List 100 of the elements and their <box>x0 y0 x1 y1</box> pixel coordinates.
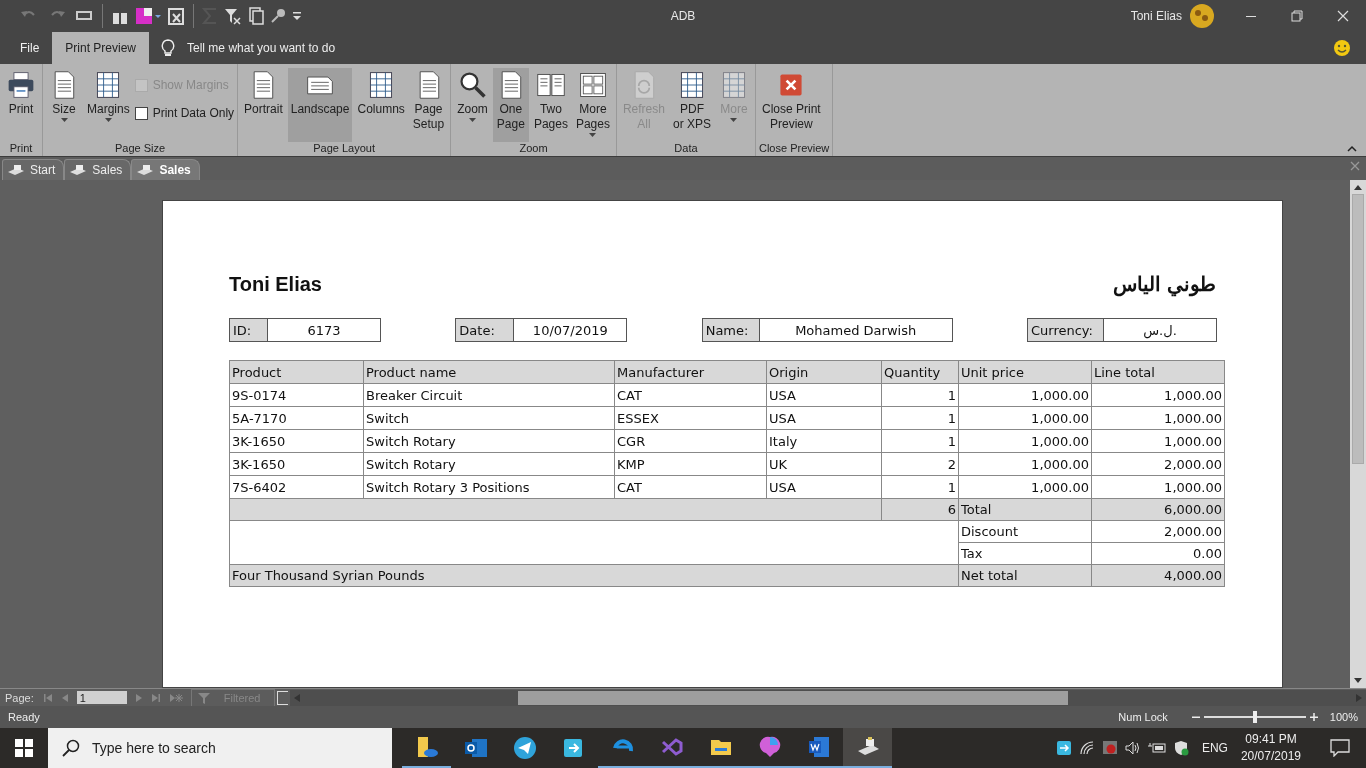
ribbon-button[interactable]: One Page <box>492 68 529 142</box>
smiley-icon[interactable] <box>1333 39 1351 57</box>
table-cell: 1 <box>881 406 959 430</box>
document-tab[interactable]: Sales <box>64 159 132 180</box>
ribbon-button[interactable]: Zoom <box>454 68 491 142</box>
ribbon-button[interactable]: More Pages <box>572 68 613 142</box>
printer-icon <box>6 70 36 100</box>
record-label: Page: <box>4 691 35 704</box>
group-label: Page Layout <box>312 142 376 154</box>
table-cell: Discount <box>958 520 1092 543</box>
funnel-icon <box>197 691 210 704</box>
search-input[interactable]: Type here to search <box>90 739 374 757</box>
group-label: Print <box>8 142 34 154</box>
table-cell: 1,000.00 <box>1091 383 1225 407</box>
table-x-icon[interactable] <box>167 7 185 25</box>
scroll-down-icon[interactable] <box>1354 678 1362 684</box>
document-tab[interactable]: Start <box>2 159 65 180</box>
field-label: Name: <box>702 319 760 341</box>
status-text: Ready <box>8 711 40 723</box>
clock-time[interactable]: 09:41 PM <box>1245 731 1297 748</box>
table-cell: 2 <box>881 452 959 476</box>
close-icon[interactable] <box>1337 10 1349 22</box>
ribbon-button[interactable]: Columns <box>354 68 408 142</box>
table-cell: 0.00 <box>1091 542 1225 565</box>
page-number-field[interactable]: 1 <box>76 691 127 704</box>
ribbon-button[interactable]: PDF or XPS <box>669 68 714 142</box>
num-lock-indicator: Num Lock <box>1118 711 1168 723</box>
copy-icon[interactable] <box>248 7 264 25</box>
ribbon-button[interactable]: Close Print Preview <box>759 68 824 142</box>
windows-logo-icon[interactable] <box>15 739 33 757</box>
checkbox[interactable]: Print Data Only <box>134 106 235 120</box>
clock-date[interactable]: 20/07/2019 <box>1240 748 1301 765</box>
caret-icon <box>589 133 597 137</box>
table-cell: USA <box>766 383 882 407</box>
table-cell: 1 <box>881 429 959 453</box>
magnifier-icon <box>457 70 488 100</box>
ribbon-button[interactable]: Margins <box>84 68 133 142</box>
color-swatch-icon[interactable] <box>135 7 161 25</box>
column-header: Quantity <box>881 360 959 384</box>
wifi-icon[interactable] <box>1078 740 1095 756</box>
table-cell: 1,000.00 <box>1091 429 1225 453</box>
speaker-icon[interactable] <box>1124 740 1141 756</box>
ribbon-button[interactable]: Size <box>46 68 82 142</box>
table-cell: Switch Rotary <box>363 429 615 453</box>
group-label: Zoom <box>518 142 549 154</box>
caret-icon <box>730 118 738 122</box>
pin-icon[interactable] <box>270 8 286 24</box>
ribbon-button[interactable]: Landscape <box>287 68 353 142</box>
table-cell: KMP <box>614 452 767 476</box>
table-cell: Tax <box>958 542 1092 565</box>
shield-icon[interactable] <box>1172 740 1189 756</box>
column-header: Origin <box>766 360 882 384</box>
slider-thumb[interactable] <box>1252 711 1257 723</box>
caret-icon <box>469 118 477 122</box>
ribbon-button[interactable]: Print <box>3 68 39 142</box>
splitter-handle[interactable] <box>276 690 288 705</box>
menu-tab[interactable]: File <box>7 32 53 64</box>
search-icon <box>62 739 80 757</box>
table-cell: Switch Rotary 3 Positions <box>363 475 615 499</box>
ribbon-button[interactable]: Page Setup <box>409 68 448 142</box>
clear-filter-icon[interactable] <box>224 7 242 25</box>
field-value: 10/07/2019 <box>531 321 609 340</box>
language-indicator[interactable]: ENG <box>1201 741 1228 755</box>
table-cell: 3K-1650 <box>229 429 364 453</box>
table-cell: Italy <box>766 429 882 453</box>
table-cell: 2,000.00 <box>1091 452 1225 476</box>
table-cell: Breaker Circuit <box>363 383 615 407</box>
restore-icon[interactable] <box>1291 10 1303 22</box>
ribbon-button[interactable]: Portrait <box>241 68 286 142</box>
table-cell: 1 <box>881 475 959 499</box>
menu-tab[interactable]: Print Preview <box>52 32 150 64</box>
document-tab[interactable]: Sales <box>131 159 200 180</box>
table-cell: 1,000.00 <box>958 406 1092 430</box>
table-cell: 1,000.00 <box>958 452 1092 476</box>
customize-icon[interactable] <box>292 11 302 21</box>
table-cell: Four Thousand Syrian Pounds <box>229 564 959 587</box>
zoom-in-icon[interactable] <box>1309 713 1318 721</box>
caret-icon <box>60 118 68 122</box>
column-header: Line total <box>1091 360 1225 384</box>
blocked-icon[interactable] <box>1101 740 1118 756</box>
collapse-ribbon-icon[interactable] <box>1347 145 1357 152</box>
table-cell: 1,000.00 <box>958 475 1092 499</box>
tell-me-field[interactable]: Tell me what you want to do <box>185 32 430 64</box>
vertical-scrollbar[interactable] <box>1350 180 1366 688</box>
zoom-level: 100% <box>1329 711 1358 723</box>
scroll-up-icon[interactable] <box>1354 184 1362 190</box>
table-cell: 2,000.00 <box>1091 520 1225 543</box>
group-label: Page Size <box>113 142 167 154</box>
taskbar-search-field[interactable]: Type here to search <box>48 728 392 768</box>
multi-page-icon <box>577 70 608 100</box>
table-cell: Switch Rotary <box>363 452 615 476</box>
table-cell: 1 <box>881 383 959 407</box>
caret-icon <box>104 118 112 122</box>
column-header: Product name <box>363 360 615 384</box>
ribbon-button[interactable]: Two Pages <box>530 68 571 142</box>
battery-icon[interactable] <box>1147 740 1166 756</box>
table-cell: CAT <box>614 383 767 407</box>
notifications-icon[interactable] <box>1330 739 1350 757</box>
avatar-icon[interactable] <box>1190 4 1214 28</box>
field-value: ل.س. <box>1142 321 1178 341</box>
